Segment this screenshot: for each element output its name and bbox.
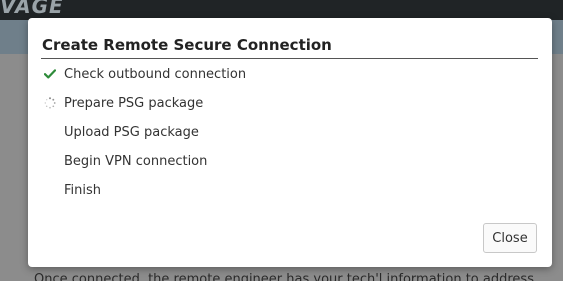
step-begin-vpn: Begin VPN connection bbox=[44, 151, 207, 171]
brand-logo-text: VAGE bbox=[0, 0, 64, 18]
step-status-empty bbox=[44, 153, 64, 169]
step-label: Check outbound connection bbox=[64, 66, 247, 82]
spinner-icon bbox=[44, 95, 64, 111]
step-label: Finish bbox=[64, 182, 102, 198]
app-window: VAGE Once connected, the remote engineer… bbox=[0, 0, 563, 281]
step-status-empty bbox=[44, 124, 64, 140]
step-check-outbound: Check outbound connection bbox=[44, 64, 246, 84]
step-upload-psg: Upload PSG package bbox=[44, 122, 199, 142]
check-icon bbox=[44, 66, 64, 82]
step-finish: Finish bbox=[44, 180, 101, 200]
step-prepare-psg: Prepare PSG package bbox=[44, 93, 203, 113]
top-navigation-bar: VAGE bbox=[0, 0, 563, 20]
step-label: Prepare PSG package bbox=[64, 95, 204, 111]
step-label: Upload PSG package bbox=[64, 124, 199, 140]
step-label: Begin VPN connection bbox=[64, 153, 208, 169]
background-text: Once connected, the remote engineer has … bbox=[34, 272, 534, 281]
create-connection-dialog: Create Remote Secure Connection Check ou… bbox=[28, 18, 552, 267]
close-button[interactable]: Close bbox=[483, 223, 537, 253]
dialog-title: Create Remote Secure Connection bbox=[42, 36, 332, 54]
title-divider bbox=[41, 58, 538, 59]
step-status-empty bbox=[44, 182, 64, 198]
